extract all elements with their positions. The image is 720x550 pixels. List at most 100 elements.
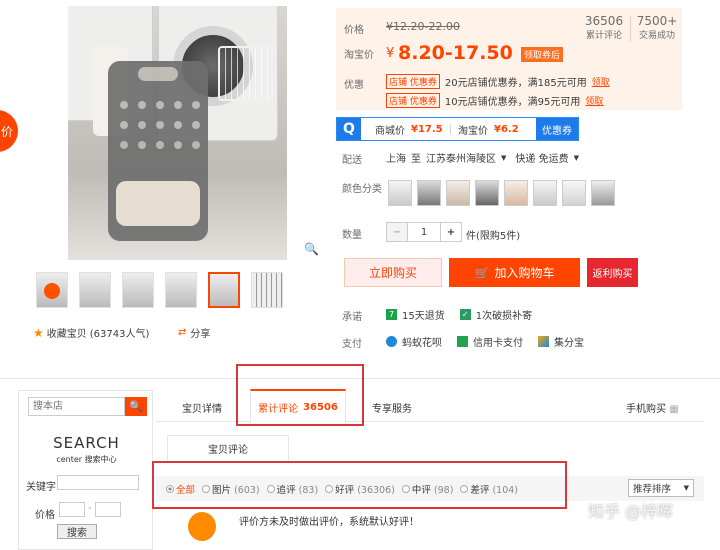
keyword-input[interactable] — [57, 475, 139, 490]
ship-method-select[interactable]: 快递 免运费 — [515, 150, 568, 165]
star-icon: ★ — [33, 325, 44, 340]
quantity-input[interactable]: 1 — [407, 223, 441, 241]
shipping-label: 配送 — [342, 155, 362, 166]
payment-item: 蚂蚁花呗 — [402, 338, 442, 349]
plus-button[interactable]: + — [441, 223, 461, 241]
price-max-input[interactable] — [95, 502, 121, 517]
original-price-label: 价格 — [344, 25, 364, 36]
shipping-row: 上海 至 江苏泰州海陵区 ▼ 快递 免运费 ▼ — [386, 150, 579, 166]
price-compare-bar: Q 商城价 ¥17.5 | 淘宝价 ¥6.2 优惠券 — [336, 117, 579, 141]
store-search-panel: 🔍 SEARCH center 搜索中心 关键字 价格 - 搜索 — [18, 390, 153, 550]
price-label: 价格 — [35, 510, 55, 521]
quantity-stepper: − 1 + — [386, 222, 462, 242]
favorite-count: (63743人气) — [89, 329, 150, 340]
coupon-tag: 店铺 优惠券 — [386, 74, 440, 89]
promise-item[interactable]: 1次破损补寄 — [476, 307, 532, 322]
basket-graphic — [108, 61, 208, 241]
thumbnail[interactable] — [251, 272, 283, 308]
coupon-badge[interactable]: 领取券后 — [521, 47, 564, 62]
sort-select[interactable]: 推荐排序 ▼ — [628, 479, 694, 497]
chevron-down-icon: ▼ — [683, 484, 689, 492]
store-search-button[interactable]: 搜索 — [57, 524, 97, 539]
share-link[interactable]: ⇄ 分享 — [178, 325, 210, 340]
zoom-icon[interactable]: 🔍 — [304, 242, 319, 256]
review-text: 评价方未及时做出评价，系统默认好评！ — [239, 517, 419, 528]
thumbnail[interactable] — [79, 272, 111, 308]
annotation-box-filters — [152, 461, 567, 509]
taobao-price-label: 淘宝价 — [344, 50, 374, 61]
tab-mobile[interactable]: 手机购买 ▦ — [626, 400, 679, 415]
search-brand: SEARCH — [53, 434, 120, 452]
review-subtab[interactable]: 宝贝评论 — [167, 435, 289, 461]
price-box: 价格 ¥12.20-22.00 淘宝价 ¥ 8.20-17.50 领取券后 36… — [336, 8, 682, 110]
thumbnail[interactable] — [122, 272, 154, 308]
main-product-image[interactable] — [68, 6, 287, 260]
left-float-tab[interactable]: 价 — [0, 110, 18, 152]
color-swatch[interactable] — [388, 180, 412, 206]
play-icon — [44, 283, 60, 299]
coupon-row-1: 店铺 优惠券 20元店铺优惠券，满185元可用 领取 — [386, 74, 610, 89]
laundry — [116, 181, 200, 226]
original-price: ¥12.20-22.00 — [386, 20, 460, 33]
color-label: 颜色分类 — [342, 184, 382, 195]
watermark: 知乎 @梓晖 — [588, 502, 674, 521]
color-swatch[interactable] — [562, 180, 586, 206]
sales-label: 交易成功 — [638, 31, 675, 41]
share-icon: ⇄ — [178, 327, 187, 338]
cart-icon: 🛒 — [474, 265, 490, 280]
thumbnail-video[interactable] — [36, 272, 68, 308]
promise-item[interactable]: 15天退货 — [402, 307, 445, 322]
color-swatch[interactable] — [417, 180, 441, 206]
color-swatch[interactable] — [475, 180, 499, 206]
add-to-cart-button[interactable]: 🛒 加入购物车 — [449, 258, 580, 287]
store-search-input[interactable] — [28, 397, 125, 416]
quantity-label: 数量 — [342, 230, 362, 241]
ship-to-select[interactable]: 江苏泰州海陵区 — [426, 150, 496, 165]
promise-label: 承诺 — [342, 312, 362, 323]
return-buy-button[interactable]: 返利购买 — [587, 258, 638, 287]
hanging-basket — [218, 46, 273, 101]
currency-symbol: ¥ — [386, 46, 395, 61]
tab-service[interactable]: 专享服务 — [372, 400, 412, 415]
return-icon: 7 — [386, 309, 397, 320]
qr-icon: ▦ — [669, 404, 679, 415]
promo-label: 优惠 — [344, 80, 364, 91]
favorite-label: 收藏宝贝 — [46, 329, 87, 340]
huabei-icon — [386, 336, 397, 347]
tab-detail[interactable]: 宝贝详情 — [182, 400, 222, 415]
buy-now-button[interactable]: 立即购买 — [344, 258, 442, 287]
price-min-input[interactable] — [59, 502, 85, 517]
basket-handle — [138, 67, 178, 81]
thumbnail-selected[interactable] — [208, 272, 240, 308]
sales-stat: 7500+ 交易成功 — [634, 14, 680, 41]
coupon-claim-link[interactable]: 领取 — [585, 94, 603, 107]
sales-count: 7500+ — [636, 14, 678, 28]
chevron-down-icon: ▼ — [501, 153, 507, 162]
taobao-price: 8.20-17.50 — [398, 42, 513, 64]
search-brand-sub: center 搜索中心 — [56, 455, 117, 464]
payment-item: 信用卡支付 — [473, 338, 523, 349]
color-swatch[interactable] — [446, 180, 470, 206]
review-stat[interactable]: 36506 累计评论 — [582, 14, 626, 41]
minus-button[interactable]: − — [387, 223, 407, 241]
left-float-tab-label: 价 — [0, 124, 13, 139]
payment-label: 支付 — [342, 339, 362, 350]
payment-item: 集分宝 — [554, 338, 584, 349]
color-swatch[interactable] — [533, 180, 557, 206]
compare-tb-label: 淘宝价 — [458, 125, 489, 137]
thumbnail[interactable] — [165, 272, 197, 308]
share-label: 分享 — [190, 329, 211, 340]
search-icon[interactable]: 🔍 — [125, 397, 147, 416]
color-swatch[interactable] — [504, 180, 528, 206]
color-swatch[interactable] — [591, 180, 615, 206]
annotation-box-tab — [236, 364, 364, 426]
favorite-link[interactable]: ★ 收藏宝贝 (63743人气) — [33, 325, 150, 341]
mall-price: ¥17.5 — [411, 123, 443, 135]
payment-row: 蚂蚁花呗 信用卡支付 集分宝 — [386, 334, 584, 349]
coupon-button[interactable]: 优惠券 — [536, 118, 578, 140]
coupon-row-2: 店铺 优惠券 10元店铺优惠券，满95元可用 领取 — [386, 93, 603, 108]
coupon-claim-link[interactable]: 领取 — [592, 75, 610, 88]
coupon-text: 10元店铺优惠券，满95元可用 — [444, 97, 581, 108]
shield-icon: ✓ — [459, 309, 471, 320]
divider — [630, 16, 631, 42]
